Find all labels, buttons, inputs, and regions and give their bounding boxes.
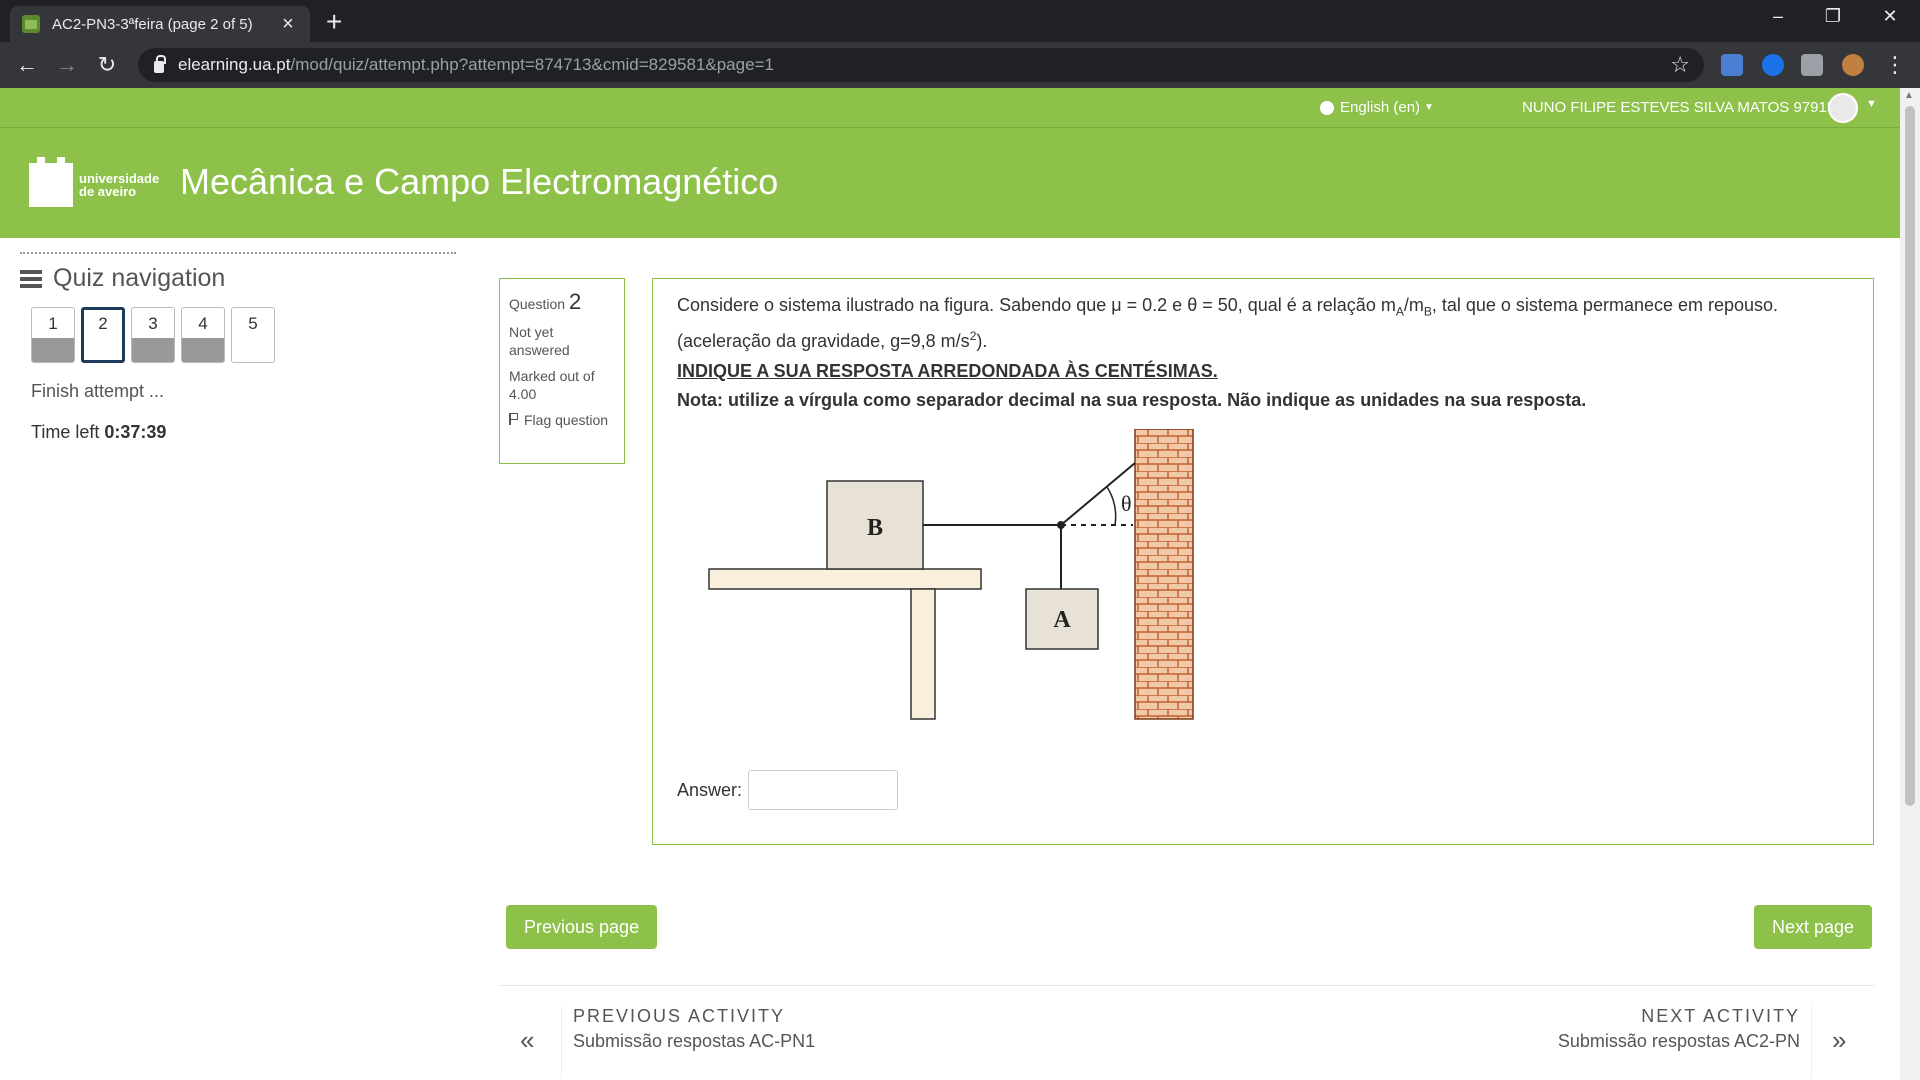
table-leg	[910, 588, 936, 720]
close-tab-icon[interactable]: ×	[278, 13, 298, 36]
scrollbar-thumb[interactable]	[1905, 106, 1915, 806]
globe-icon	[1320, 100, 1334, 115]
question-button-2[interactable]: 2	[81, 307, 125, 363]
vertical-scrollbar[interactable]: ▲	[1900, 88, 1920, 1080]
previous-page-button[interactable]: Previous page	[506, 905, 658, 949]
question-content: Considere o sistema ilustrado na figura.…	[652, 278, 1874, 845]
flag-question[interactable]: Flag question	[509, 411, 615, 429]
new-tab-icon[interactable]: +	[326, 8, 342, 36]
forward-icon[interactable]: →	[52, 50, 82, 80]
double-chevron-right-icon[interactable]: »	[1832, 1025, 1846, 1056]
top-navbar: English (en) ▼ NUNO FILIPE ESTEVES SILVA…	[0, 88, 1900, 128]
address-bar: ← → ↻ elearning.ua.pt /mod/quiz/attempt.…	[0, 42, 1920, 88]
browser-tab[interactable]: AC2-PN3-3ªfeira (page 2 of 5) ×	[10, 6, 310, 42]
question-instruction: INDIQUE A SUA RESPOSTA ARREDONDADA ÀS CE…	[677, 360, 1218, 381]
previous-activity-link[interactable]: PREVIOUS ACTIVITY Submissão respostas AC…	[573, 1006, 893, 1052]
minimize-icon[interactable]: –	[1758, 6, 1798, 27]
logo-mark-icon	[29, 157, 73, 207]
question-info: Question 2 Not yet answered Marked out o…	[499, 278, 625, 464]
question-label: Question	[509, 296, 566, 312]
flag-icon	[509, 413, 518, 425]
extension-icon[interactable]	[1762, 54, 1784, 76]
previous-activity-label: PREVIOUS ACTIVITY	[573, 1006, 786, 1026]
user-name[interactable]: NUNO FILIPE ESTEVES SILVA MATOS 97915	[1522, 99, 1835, 116]
question-buttons: 1 2 3 4 5	[31, 307, 456, 363]
question-figure: B θ A	[708, 429, 1194, 720]
time-left-value: 0:37:39	[104, 422, 167, 442]
profile-avatar-icon[interactable]	[1842, 54, 1864, 76]
browser-tab-bar: AC2-PN3-3ªfeira (page 2 of 5) × + – ❐ ✕	[0, 0, 1920, 42]
favicon-icon	[22, 15, 40, 33]
lock-icon	[154, 55, 166, 73]
university-logo[interactable]: universidade de aveiro	[29, 157, 159, 207]
next-activity-label: NEXT ACTIVITY	[1641, 1006, 1800, 1026]
quiz-navigation-title: Quiz navigation	[53, 264, 226, 292]
answer-row: Answer:	[677, 770, 899, 810]
scroll-up-icon[interactable]: ▲	[1904, 90, 1914, 101]
site-title[interactable]: Mecânica e Campo Electromagnético	[180, 161, 778, 203]
block-a-label: A	[1053, 607, 1071, 633]
next-activity-name: Submissão respostas AC2-PN	[1557, 1031, 1800, 1051]
divider	[20, 252, 456, 262]
user-menu-caret-icon[interactable]: ▼	[1866, 98, 1877, 110]
question-status: Not yet answered	[509, 324, 570, 358]
next-page-button[interactable]: Next page	[1754, 905, 1873, 949]
previous-activity-name: Submissão respostas AC-PN1	[573, 1031, 816, 1051]
page-header: universidade de aveiro Mecânica e Campo …	[0, 128, 1900, 238]
question-note: Nota: utilize a vírgula como separador d…	[677, 389, 1587, 410]
question-button-3[interactable]: 3	[131, 307, 175, 363]
brick-wall	[1134, 429, 1194, 720]
url-host: elearning.ua.pt	[178, 55, 291, 74]
question-button-5[interactable]: 5	[231, 307, 275, 363]
question-marks: Marked out of 4.00	[509, 368, 595, 402]
caret-down-icon: ▼	[1424, 102, 1434, 113]
theta-label: θ	[1121, 491, 1132, 516]
question-button-1[interactable]: 1	[31, 307, 75, 363]
table-top	[708, 568, 982, 590]
answer-input[interactable]	[748, 770, 899, 810]
translate-extension-icon[interactable]	[1721, 54, 1743, 76]
page: English (en) ▼ NUNO FILIPE ESTEVES SILVA…	[0, 88, 1900, 1080]
tab-title: AC2-PN3-3ªfeira (page 2 of 5)	[52, 15, 253, 33]
question-text: Considere o sistema ilustrado na figura.…	[677, 295, 1779, 351]
url-field[interactable]: elearning.ua.pt /mod/quiz/attempt.php?at…	[138, 48, 1704, 82]
close-window-icon[interactable]: ✕	[1870, 6, 1910, 27]
avatar[interactable]	[1828, 93, 1858, 123]
answer-label: Answer:	[677, 779, 743, 800]
reload-icon[interactable]: ↻	[92, 50, 122, 80]
language-menu[interactable]: English (en) ▼	[1320, 99, 1434, 116]
bookmark-star-icon[interactable]: ☆	[1670, 52, 1690, 78]
time-left: Time left 0:37:39	[31, 422, 167, 442]
hamburger-icon	[20, 269, 42, 288]
double-chevron-left-icon[interactable]: «	[520, 1025, 534, 1056]
back-icon[interactable]: ←	[12, 50, 42, 80]
browser-menu-icon[interactable]: ⋮	[1880, 50, 1910, 80]
quiz-navigation: Quiz navigation 1 2 3 4 5 Finish attempt…	[20, 252, 456, 443]
divider	[499, 985, 1875, 986]
question-number: 2	[568, 289, 582, 314]
next-activity-link[interactable]: NEXT ACTIVITY Submissão respostas AC2-PN	[1440, 1006, 1800, 1052]
puzzle-extensions-icon[interactable]	[1801, 54, 1823, 76]
url-path: /mod/quiz/attempt.php?attempt=874713&cmi…	[290, 55, 774, 74]
finish-attempt-link[interactable]: Finish attempt ...	[31, 381, 456, 402]
logo-line2: de aveiro	[79, 184, 137, 199]
question-button-4[interactable]: 4	[181, 307, 225, 363]
angle-arc	[1106, 486, 1117, 526]
block-b-label: B	[867, 515, 883, 541]
language-label: English (en)	[1340, 99, 1421, 116]
restore-icon[interactable]: ❐	[1813, 6, 1853, 27]
